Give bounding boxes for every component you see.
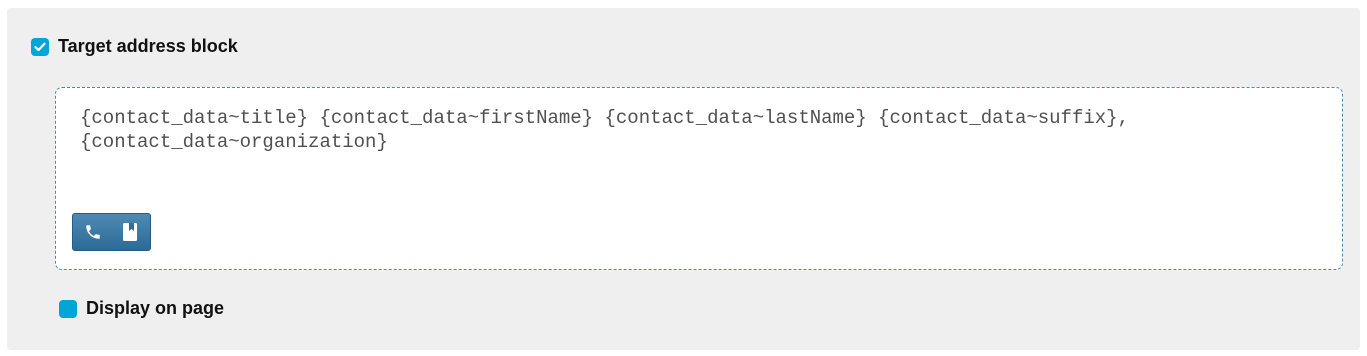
display-on-page-option: Display on page: [59, 298, 224, 319]
address-block-editor[interactable]: {contact_data~title} {contact_data~first…: [55, 87, 1343, 270]
target-address-block-label: Target address block: [58, 36, 238, 56]
insert-address-book-field-button[interactable]: [120, 220, 140, 244]
target-address-block-checkbox[interactable]: [31, 37, 49, 56]
display-on-page-checkbox[interactable]: [59, 299, 77, 318]
address-book-icon: [123, 223, 137, 241]
phone-icon: [86, 225, 100, 239]
insert-contact-field-button[interactable]: [83, 220, 103, 244]
address-settings-panel: Target address block {contact_data~title…: [7, 8, 1360, 350]
checkmark-icon: [34, 42, 46, 51]
placeholder-toolbar: [72, 213, 151, 251]
target-address-block-option: Target address block: [31, 36, 238, 57]
display-on-page-label: Display on page: [86, 298, 225, 318]
address-block-text[interactable]: {contact_data~title} {contact_data~first…: [80, 106, 1320, 154]
